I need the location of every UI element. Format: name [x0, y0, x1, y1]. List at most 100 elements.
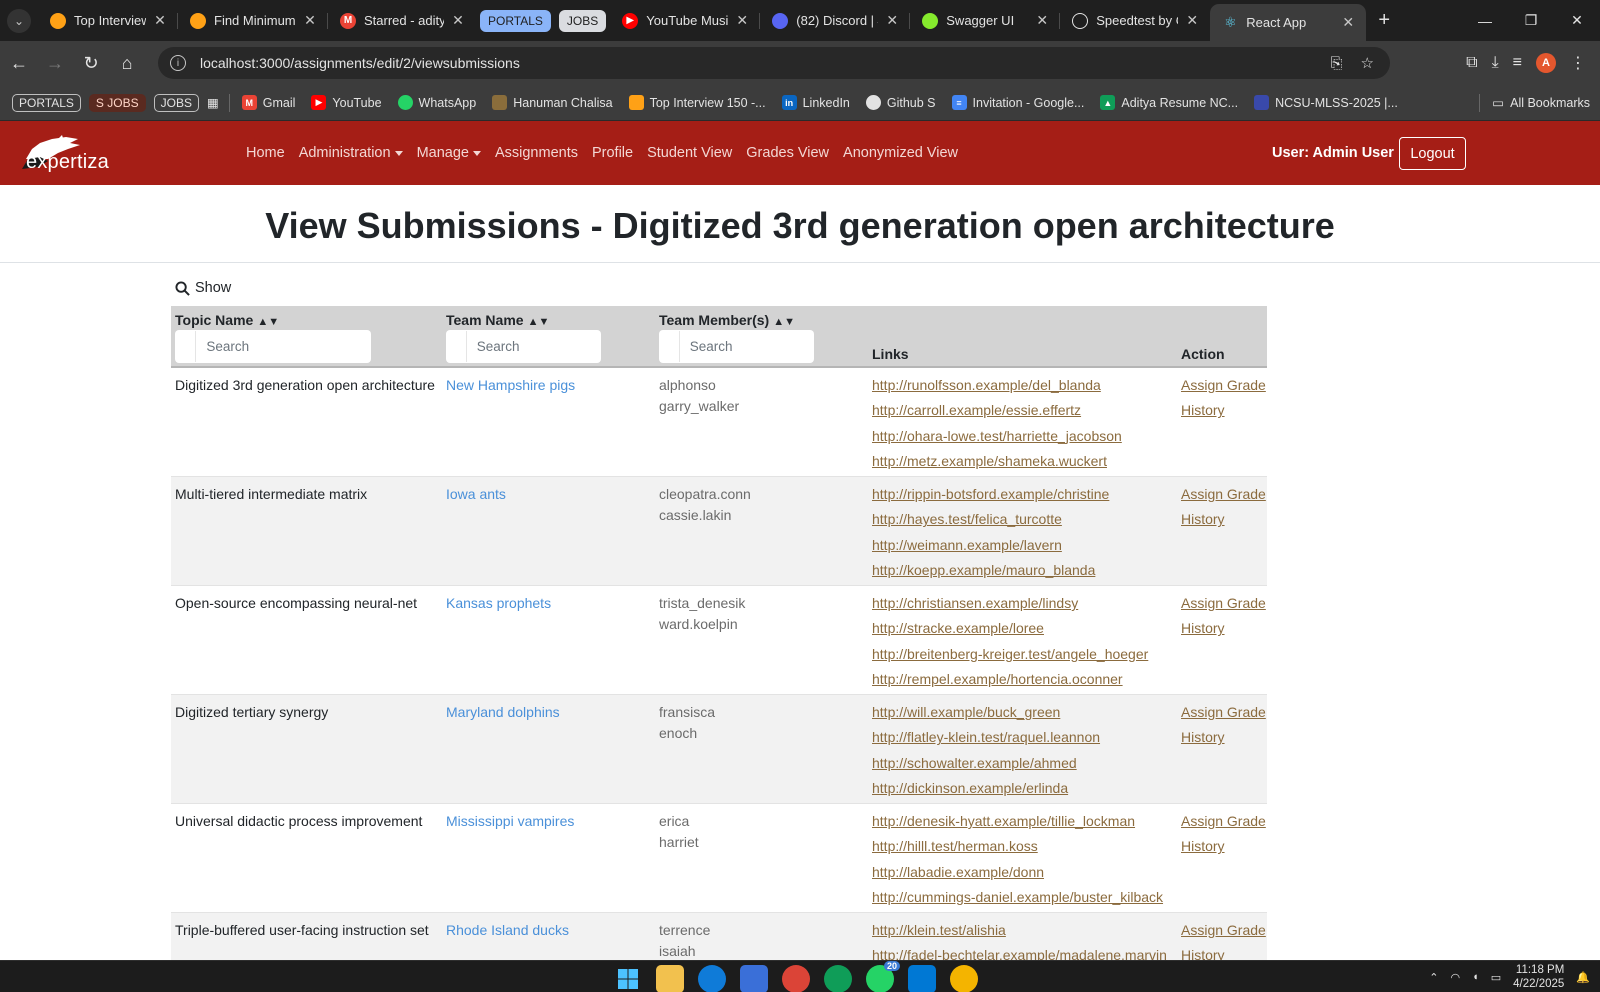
whatsapp-icon[interactable]: 20 — [866, 961, 900, 992]
browser-tab-active[interactable]: ⚛ React App ✕ — [1210, 4, 1367, 41]
volume-icon[interactable]: ◖ — [1472, 971, 1479, 983]
browser-tab[interactable]: Swagger UI ✕ — [910, 0, 1061, 41]
bookmark-group-portals[interactable]: PORTALS — [12, 93, 81, 112]
team-link[interactable]: New Hampshire pigs — [446, 375, 575, 396]
edge-icon[interactable] — [698, 965, 726, 992]
bookmark-item[interactable]: NCSU-MLSS-2025 |... — [1254, 95, 1398, 110]
close-icon[interactable]: ✕ — [1184, 12, 1200, 29]
nav-profile[interactable]: Profile — [592, 145, 633, 161]
submission-link[interactable]: http://rippin-botsford.example/christine — [872, 484, 1109, 509]
submission-link[interactable]: http://weimann.example/lavern — [872, 535, 1109, 560]
submission-link[interactable]: http://carroll.example/essie.effertz — [872, 400, 1122, 425]
close-icon[interactable]: ✕ — [152, 12, 168, 29]
close-icon[interactable]: ✕ — [734, 12, 750, 29]
bookmark-item[interactable]: ▶ YouTube — [311, 95, 382, 110]
tab-group-jobs[interactable]: JOBS — [558, 9, 607, 32]
battery-icon[interactable]: ▭ — [1491, 971, 1501, 984]
nav-anonymized-view[interactable]: Anonymized View — [843, 145, 958, 161]
download-icon[interactable]: ⤓ — [1492, 54, 1499, 72]
column-header-members[interactable]: Team Member(s) ▲▼ — [659, 312, 795, 328]
new-tab-button[interactable]: + — [1366, 9, 1402, 32]
assign-grade-link[interactable]: Assign Grade — [1181, 484, 1266, 509]
history-link[interactable]: History — [1181, 509, 1266, 534]
wifi-icon[interactable]: ◠ — [1450, 971, 1460, 984]
history-link[interactable]: History — [1181, 727, 1266, 752]
submission-link[interactable]: http://metz.example/shameka.wuckert — [872, 451, 1122, 476]
browser-tab[interactable]: (82) Discord | # ✕ — [760, 0, 911, 41]
profile-avatar[interactable]: A — [1536, 53, 1556, 73]
close-window-icon[interactable]: ✕ — [1554, 0, 1600, 41]
bookmark-item[interactable]: Top Interview 150 -... — [628, 95, 766, 110]
column-header-team[interactable]: Team Name ▲▼ — [446, 312, 549, 328]
submission-link[interactable]: http://stracke.example/loree — [872, 618, 1148, 643]
close-icon[interactable]: ✕ — [1340, 14, 1356, 31]
chrome-profile-icon[interactable] — [824, 965, 852, 992]
close-icon[interactable]: ✕ — [884, 12, 900, 29]
assign-grade-link[interactable]: Assign Grade — [1181, 702, 1266, 727]
more-menu-icon[interactable]: ⋮ — [1570, 53, 1586, 73]
nav-assignments[interactable]: Assignments — [495, 145, 578, 161]
assign-grade-link[interactable]: Assign Grade — [1181, 375, 1266, 400]
history-link[interactable]: History — [1181, 618, 1266, 643]
submission-link[interactable]: http://flatley-klein.test/raquel.leannon — [872, 727, 1100, 752]
bookmark-star-icon[interactable]: ☆ — [1361, 54, 1374, 72]
submission-link[interactable]: http://koepp.example/mauro_blanda — [872, 560, 1109, 585]
assign-grade-link[interactable]: Assign Grade — [1181, 920, 1266, 945]
submission-link[interactable]: http://runolfsson.example/del_blanda — [872, 375, 1122, 400]
site-info-icon[interactable]: i — [170, 55, 186, 71]
show-search-toggle[interactable]: Show — [175, 280, 231, 296]
extensions-icon[interactable]: ⧉ — [1466, 54, 1477, 72]
tab-search-button[interactable]: ⌄ — [0, 0, 38, 41]
forward-arrow-icon[interactable]: → — [38, 46, 72, 80]
install-app-icon[interactable]: ⎘ — [1331, 55, 1343, 72]
sort-icon[interactable]: ▲▼ — [528, 316, 550, 328]
chrome-alt-icon[interactable] — [950, 965, 978, 992]
bookmark-item[interactable]: Hanuman Chalisa — [492, 95, 613, 110]
team-link[interactable]: Kansas prophets — [446, 593, 551, 614]
submission-link[interactable]: http://ohara-lowe.test/harriette_jacobso… — [872, 426, 1122, 451]
store-icon[interactable] — [740, 965, 768, 992]
bookmark-item[interactable]: WhatsApp — [397, 95, 476, 110]
column-header-topic[interactable]: Topic Name ▲▼ — [175, 312, 279, 328]
nav-manage[interactable]: Manage — [417, 145, 481, 161]
browser-tab[interactable]: Speedtest by O ✕ — [1060, 0, 1210, 41]
windows-start-icon[interactable] — [614, 965, 642, 992]
vscode-icon[interactable] — [908, 965, 936, 992]
browser-tab[interactable]: Top Interview 1 ✕ — [38, 0, 178, 41]
nav-student-view[interactable]: Student View — [647, 145, 732, 161]
submission-link[interactable]: http://breitenberg-kreiger.test/angele_h… — [872, 644, 1148, 669]
submission-link[interactable]: http://will.example/buck_green — [872, 702, 1100, 727]
close-icon[interactable]: ✕ — [1034, 12, 1050, 29]
team-link[interactable]: Maryland dolphins — [446, 702, 560, 723]
history-link[interactable]: History — [1181, 836, 1266, 861]
home-icon[interactable]: ⌂ — [110, 46, 144, 80]
submission-link[interactable]: http://hilll.test/herman.koss — [872, 836, 1163, 861]
bookmark-item[interactable]: ▲ Aditya Resume NC... — [1100, 95, 1238, 110]
minimize-icon[interactable]: — — [1462, 0, 1508, 41]
team-link[interactable]: Mississippi vampires — [446, 811, 574, 832]
media-control-icon[interactable]: ≡ — [1513, 54, 1522, 72]
expertiza-logo[interactable]: expertiza — [18, 131, 110, 175]
close-icon[interactable]: ✕ — [302, 12, 318, 29]
bookmark-item[interactable]: Github S — [865, 95, 936, 110]
team-link[interactable]: Rhode Island ducks — [446, 920, 569, 941]
tab-group-portals[interactable]: PORTALS — [480, 9, 551, 32]
nav-home[interactable]: Home — [246, 145, 285, 161]
team-link[interactable]: Iowa ants — [446, 484, 506, 505]
back-arrow-icon[interactable]: ← — [2, 46, 36, 80]
browser-tab[interactable]: ▶ YouTube Music ✕ — [610, 0, 761, 41]
submission-link[interactable]: http://labadie.example/donn — [872, 862, 1163, 887]
topic-search-input[interactable] — [196, 331, 371, 362]
bookmark-group-jobs[interactable]: JOBS — [153, 93, 199, 112]
assign-grade-link[interactable]: Assign Grade — [1181, 593, 1266, 618]
file-explorer-icon[interactable] — [656, 965, 684, 992]
sort-icon[interactable]: ▲▼ — [773, 316, 795, 328]
submission-link[interactable]: http://hayes.test/felica_turcotte — [872, 509, 1109, 534]
bookmark-group-s-jobs[interactable]: S JOBS — [88, 93, 146, 112]
submission-link[interactable]: http://denesik-hyatt.example/tillie_lock… — [872, 811, 1163, 836]
address-bar[interactable]: i localhost:3000/assignments/edit/2/view… — [158, 47, 1390, 79]
submission-link[interactable]: http://rempel.example/hortencia.oconner — [872, 669, 1148, 694]
clock[interactable]: 11:18 PM 4/22/2025 — [1513, 963, 1564, 991]
chevron-up-icon[interactable]: ⌃ — [1429, 971, 1438, 984]
logout-button[interactable]: Logout — [1399, 137, 1466, 170]
